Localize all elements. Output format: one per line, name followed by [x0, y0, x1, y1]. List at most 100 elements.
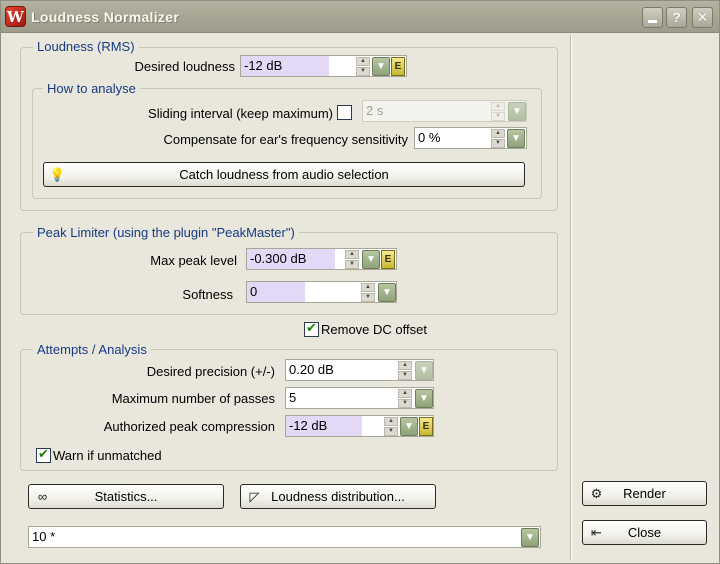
precision-combo[interactable]: 0.20 dB ▲ ▼ ▼ [285, 359, 434, 381]
help-button[interactable]: ? [666, 7, 687, 28]
analyse-legend: How to analyse [43, 81, 140, 96]
preset-combo[interactable]: 10 * ▼ [28, 526, 541, 548]
sliding-interval-label: Sliding interval (keep maximum) [148, 106, 333, 121]
spin-down-icon[interactable]: ▼ [361, 293, 375, 302]
chevron-down-icon: ▼ [419, 393, 429, 404]
close-window-button[interactable]: ✕ [692, 7, 713, 28]
softness-label: Softness [182, 287, 233, 302]
sliding-interval-checkbox[interactable] [337, 105, 352, 120]
loudness-distribution-label: Loudness distribution... [271, 489, 405, 504]
divider [571, 35, 572, 561]
softness-combo[interactable]: 0 ▲ ▼ ▼ [246, 281, 397, 303]
glasses-icon: ∞ [37, 489, 48, 504]
remove-dc-label: Remove DC offset [321, 322, 427, 337]
spin-down-icon[interactable]: ▼ [491, 112, 505, 121]
passes-spinner[interactable]: ▲ ▼ [398, 389, 412, 408]
chevron-down-icon: ▼ [376, 61, 386, 72]
preset-value[interactable]: 10 * [29, 527, 509, 547]
chevron-down-icon: ▼ [512, 106, 522, 117]
spin-down-icon[interactable]: ▼ [356, 67, 370, 76]
desired-loudness-dropdown-button[interactable]: ▼ [372, 57, 390, 76]
precision-value[interactable]: 0.20 dB [286, 360, 386, 380]
compression-spinner[interactable]: ▲ ▼ [384, 417, 398, 436]
max-peak-edit-button[interactable]: E [381, 250, 395, 269]
loudness-distribution-button[interactable]: ◸ Loudness distribution... [240, 484, 436, 509]
remove-dc-checkbox[interactable] [304, 320, 319, 337]
compensate-value[interactable]: 0 % [415, 128, 485, 148]
render-label: Render [623, 486, 666, 501]
spin-up-icon[interactable]: ▲ [345, 250, 359, 259]
chevron-down-icon: ▼ [404, 421, 414, 432]
precision-spinner[interactable]: ▲ ▼ [398, 361, 412, 380]
spin-up-icon[interactable]: ▲ [384, 417, 398, 426]
statistics-button[interactable]: ∞ Statistics... [28, 484, 224, 509]
chevron-down-icon: ▼ [511, 133, 521, 144]
distribution-chart-icon: ◸ [249, 489, 260, 504]
max-peak-dropdown-button[interactable]: ▼ [362, 250, 380, 269]
spin-up-icon[interactable]: ▲ [491, 129, 505, 138]
compression-value[interactable]: -12 dB [286, 416, 362, 436]
sliding-interval-value[interactable]: 2 s [363, 101, 463, 121]
passes-value[interactable]: 5 [286, 388, 386, 408]
precision-dropdown-button[interactable]: ▼ [415, 361, 433, 380]
catch-loudness-label: Catch loudness from audio selection [179, 167, 389, 182]
softness-value[interactable]: 0 [247, 282, 305, 302]
chevron-down-icon: ▼ [419, 365, 429, 376]
spin-up-icon[interactable]: ▲ [356, 57, 370, 66]
sliding-interval-spinner[interactable]: ▲ ▼ [491, 102, 505, 121]
spin-up-icon[interactable]: ▲ [398, 361, 412, 370]
spin-down-icon[interactable]: ▼ [398, 371, 412, 380]
compression-combo[interactable]: -12 dB ▲ ▼ ▼ E [285, 415, 434, 437]
app-logo-icon: W [5, 6, 26, 27]
passes-label: Maximum number of passes [111, 391, 275, 406]
compression-dropdown-button[interactable]: ▼ [400, 417, 418, 436]
compression-edit-button[interactable]: E [419, 417, 433, 436]
max-peak-label: Max peak level [150, 253, 237, 268]
exit-door-icon: ⇤ [591, 525, 602, 540]
spin-down-icon[interactable]: ▼ [491, 139, 505, 148]
compensate-combo[interactable]: 0 % ▲ ▼ ▼ [414, 127, 527, 149]
warn-unmatched-checkbox[interactable] [36, 446, 51, 463]
chevron-down-icon: ▼ [382, 287, 392, 298]
softness-spinner[interactable]: ▲ ▼ [361, 283, 375, 302]
edit-icon: E [394, 61, 402, 72]
desired-loudness-combo[interactable]: -12 dB ▲ ▼ ▼ E [240, 55, 407, 77]
warn-unmatched-label: Warn if unmatched [53, 448, 162, 463]
loudness-legend: Loudness (RMS) [33, 39, 139, 54]
close-button[interactable]: ⇤ Close [582, 520, 707, 545]
desired-loudness-value[interactable]: -12 dB [241, 56, 329, 76]
max-peak-combo[interactable]: -0.300 dB ▲ ▼ ▼ E [246, 248, 397, 270]
preset-dropdown-button[interactable]: ▼ [521, 528, 539, 547]
passes-dropdown-button[interactable]: ▼ [415, 389, 433, 408]
chevron-down-icon: ▼ [366, 254, 376, 265]
minimize-button[interactable] [642, 7, 663, 28]
lightbulb-icon: 💡 [49, 167, 66, 182]
edit-icon: E [422, 421, 430, 432]
render-button[interactable]: ⚙ Render [582, 481, 707, 506]
desired-loudness-edit-button[interactable]: E [391, 57, 405, 76]
close-label: Close [627, 525, 662, 540]
statistics-label: Statistics... [94, 489, 158, 504]
compensate-dropdown-button[interactable]: ▼ [507, 129, 525, 148]
compensate-label: Compensate for ear's frequency sensitivi… [163, 132, 408, 147]
catch-loudness-button[interactable]: 💡 Catch loudness from audio selection [43, 162, 525, 187]
spin-down-icon[interactable]: ▼ [384, 427, 398, 436]
title-bar[interactable]: W Loudness Normalizer ? ✕ [1, 1, 719, 33]
spin-down-icon[interactable]: ▼ [345, 260, 359, 269]
max-peak-value[interactable]: -0.300 dB [247, 249, 335, 269]
desired-loudness-label: Desired loudness [134, 59, 235, 74]
max-peak-spinner[interactable]: ▲ ▼ [345, 250, 359, 269]
chevron-down-icon: ▼ [525, 532, 535, 543]
sliding-interval-combo[interactable]: 2 s ▲ ▼ ▼ [362, 100, 527, 122]
spin-up-icon[interactable]: ▲ [491, 102, 505, 111]
sliding-interval-dropdown-button[interactable]: ▼ [508, 102, 526, 121]
edit-icon: E [384, 254, 392, 265]
desired-loudness-spinner[interactable]: ▲ ▼ [356, 57, 370, 76]
precision-label: Desired precision (+/-) [146, 364, 275, 379]
softness-dropdown-button[interactable]: ▼ [378, 283, 396, 302]
compensate-spinner[interactable]: ▲ ▼ [491, 129, 505, 148]
passes-combo[interactable]: 5 ▲ ▼ ▼ [285, 387, 434, 409]
spin-up-icon[interactable]: ▲ [398, 389, 412, 398]
spin-up-icon[interactable]: ▲ [361, 283, 375, 292]
spin-down-icon[interactable]: ▼ [398, 399, 412, 408]
